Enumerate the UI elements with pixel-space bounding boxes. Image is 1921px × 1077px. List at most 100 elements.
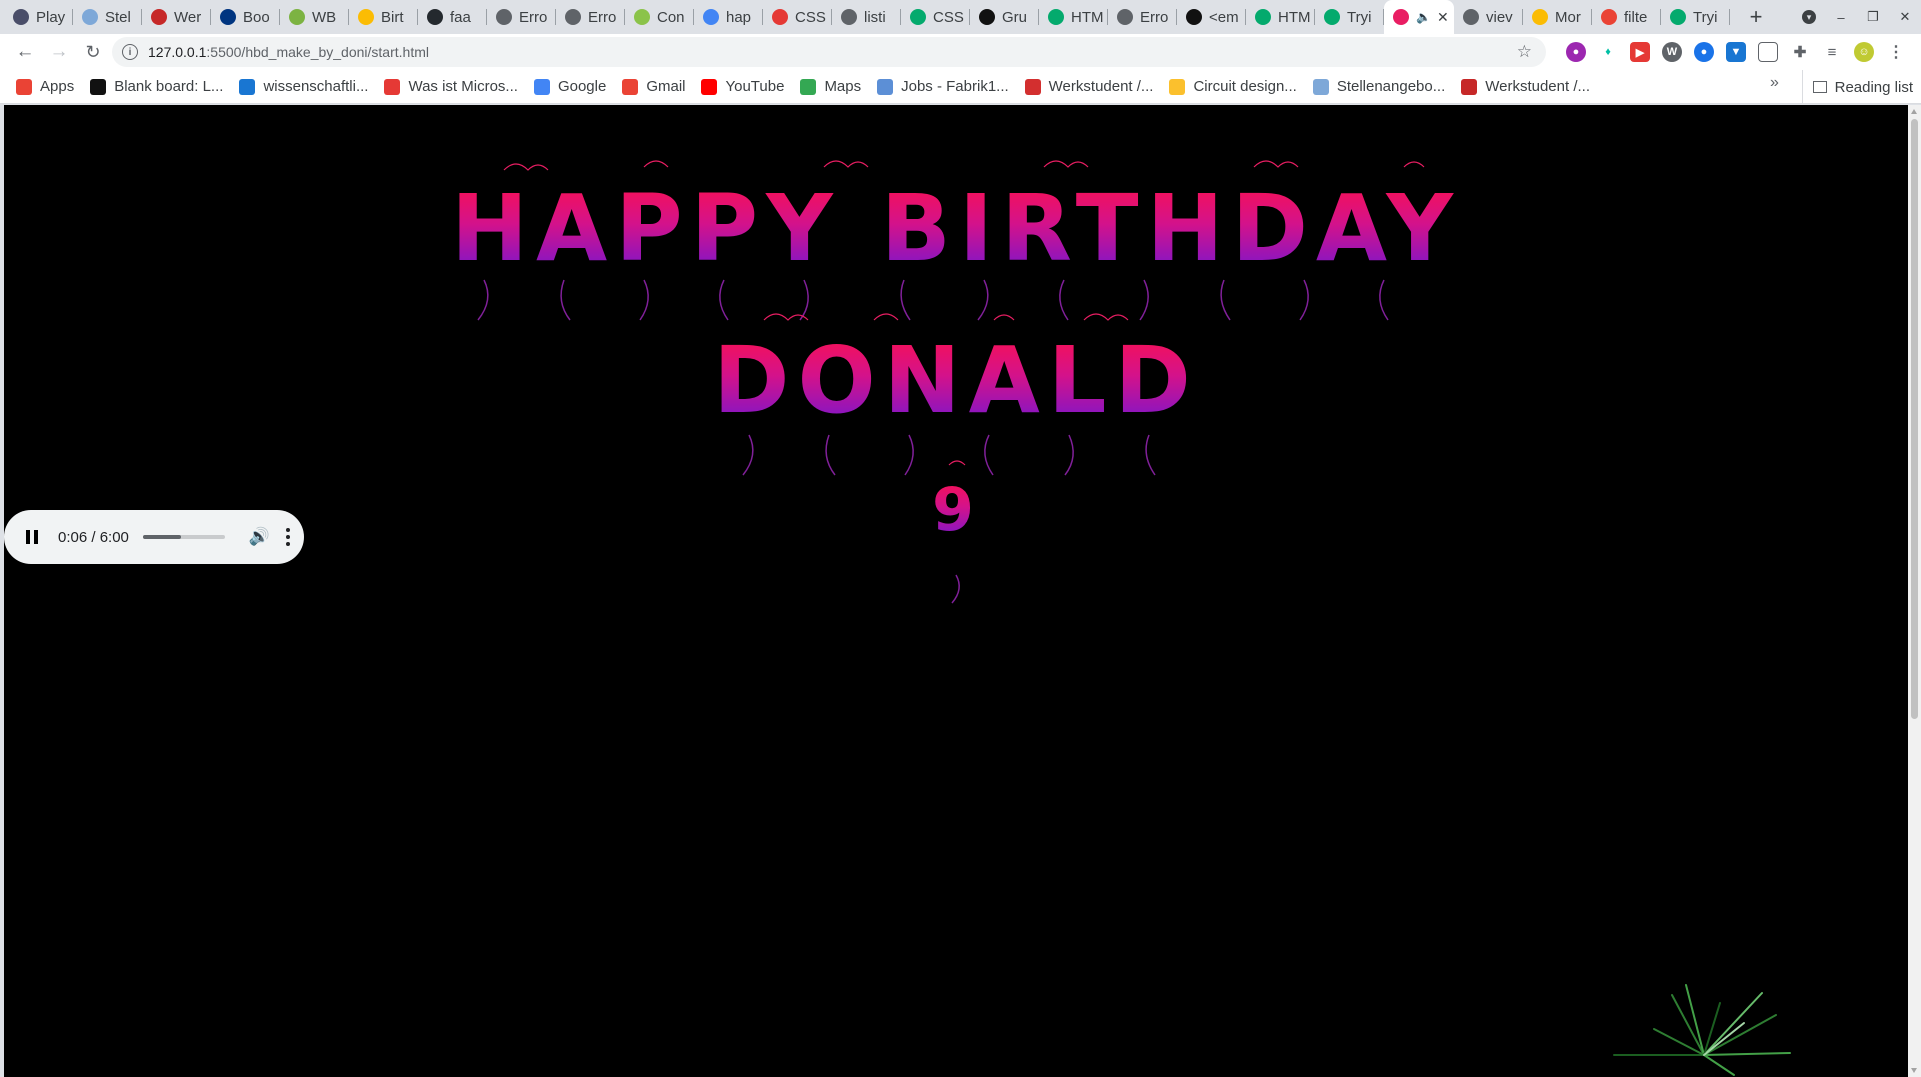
bookmark-item[interactable]: Apps	[8, 73, 82, 101]
reading-list-button[interactable]: Reading list	[1801, 70, 1913, 104]
bookmark-label: Was ist Micros...	[408, 78, 518, 95]
back-button[interactable]: ←	[8, 35, 42, 69]
scroll-up-arrow[interactable]	[1911, 109, 1917, 114]
browser-tab[interactable]: hap	[694, 0, 763, 34]
pause-button[interactable]	[26, 530, 38, 544]
browser-tab[interactable]: CSS	[763, 0, 832, 34]
tab-label: viev	[1486, 8, 1513, 26]
extensions-area: ● ♦ ▶ W ● ▼ ✚ ≡ ☺ ⋮	[1566, 34, 1918, 70]
bookmark-item[interactable]: wissenschaftli...	[231, 73, 376, 101]
reading-list-label: Reading list	[1834, 78, 1913, 96]
globe-icon	[841, 9, 857, 25]
bookmark-item[interactable]: Gmail	[614, 73, 693, 101]
close-window-button[interactable]: ✕	[1889, 0, 1921, 34]
browser-tab[interactable]: Wer	[142, 0, 211, 34]
browser-tab[interactable]: Birt	[349, 0, 418, 34]
birthday-heading-text: HAPPY BIRTHDAY	[451, 175, 1461, 282]
scroll-down-arrow[interactable]	[1911, 1068, 1917, 1073]
browser-tab[interactable]: listi	[832, 0, 901, 34]
browser-tab[interactable]: Con	[625, 0, 694, 34]
audio-seek-slider[interactable]	[142, 535, 225, 539]
audio-options-icon[interactable]	[286, 528, 291, 546]
extension-1-icon[interactable]: ●	[1566, 42, 1586, 62]
reload-button[interactable]: ↻	[76, 35, 110, 69]
browser-tab[interactable]: HTM	[1246, 0, 1315, 34]
profile-avatar[interactable]: ☺	[1854, 42, 1874, 62]
media-control-icon[interactable]: ≡	[1822, 42, 1842, 62]
drive-icon	[1532, 9, 1548, 25]
browser-tab[interactable]: Tryi	[1315, 0, 1384, 34]
arrow-right-icon: →	[49, 41, 69, 62]
tab-search-button[interactable]: ▾	[1793, 0, 1825, 34]
w3schools-icon	[1255, 9, 1271, 25]
browser-tab[interactable]: Erro	[556, 0, 625, 34]
browser-tab[interactable]: WB	[280, 0, 349, 34]
browser-tab[interactable]: <em	[1177, 0, 1246, 34]
bookmark-item[interactable]: Maps	[792, 73, 869, 101]
browser-tab[interactable]: Erro	[487, 0, 556, 34]
bookmarks-overflow-button[interactable]: »	[1770, 74, 1779, 92]
forward-button[interactable]: →	[42, 35, 76, 69]
w3schools-icon	[1324, 9, 1340, 25]
browser-tab[interactable]: Play	[4, 0, 73, 34]
bookmark-item[interactable]: Blank board: L...	[82, 73, 231, 101]
tab-audio-icon[interactable]: 🔈	[1416, 10, 1431, 24]
bookmark-item[interactable]: Werkstudent /...	[1017, 73, 1162, 101]
browser-tab[interactable]: Gru	[970, 0, 1039, 34]
browser-toolbar: ← → ↻ i 127.0.0.1:5500/hbd_make_by_doni/…	[0, 34, 1921, 70]
browser-tab[interactable]: viev	[1454, 0, 1523, 34]
tab-label: Mor	[1555, 8, 1581, 26]
audio-time: 0:06 / 6:00	[58, 528, 129, 546]
tab-label: Erro	[588, 8, 617, 26]
address-bar[interactable]: i 127.0.0.1:5500/hbd_make_by_doni/start.…	[112, 37, 1546, 67]
tab-label: Con	[657, 8, 685, 26]
extension-2-icon[interactable]: ♦	[1598, 42, 1618, 62]
scrollbar-thumb[interactable]	[1911, 119, 1918, 719]
browser-tab[interactable]: Tryi	[1661, 0, 1730, 34]
gmail-icon	[622, 78, 639, 95]
tab-label: Gru	[1002, 8, 1028, 26]
browser-tab[interactable]: faa	[418, 0, 487, 34]
globe-icon	[1117, 9, 1133, 25]
bookmark-item[interactable]: Jobs - Fabrik1...	[869, 73, 1017, 101]
extension-6-icon[interactable]: ▼	[1726, 42, 1746, 62]
puzzle-icon[interactable]: ✚	[1790, 42, 1810, 62]
bookmark-item[interactable]: YouTube	[693, 73, 792, 101]
url-text[interactable]: 127.0.0.1:5500/hbd_make_by_doni/start.ht…	[148, 44, 429, 60]
page-viewport: HAPPY BIRTHDAY DONALD 9 0:06 / 6:00 🔊	[4, 105, 1908, 1077]
bookmark-label: Jobs - Fabrik1...	[901, 78, 1009, 95]
board-icon	[90, 78, 107, 95]
star-icon[interactable]: ☆	[1517, 42, 1532, 62]
wordpress-icon[interactable]: W	[1662, 42, 1682, 62]
bookmark-item[interactable]: Werkstudent /...	[1453, 73, 1598, 101]
bookmark-label: Maps	[824, 78, 862, 95]
browser-tab[interactable]: Erro	[1108, 0, 1177, 34]
browser-tab[interactable]: Stel	[73, 0, 142, 34]
job-icon	[151, 9, 167, 25]
browser-tab[interactable]: 🔈 ✕	[1384, 0, 1454, 34]
document-icon[interactable]	[1758, 42, 1778, 62]
tab-strip: Play Stel Wer Boo WB Birt faa Erro Erro Con hap CSS…	[0, 0, 1921, 34]
page-scrollbar[interactable]	[1908, 105, 1921, 1077]
browser-tab[interactable]: HTM	[1039, 0, 1108, 34]
menu-kebab-icon[interactable]: ⋮	[1886, 42, 1906, 62]
volume-icon[interactable]: 🔊	[249, 527, 270, 547]
info-icon[interactable]: i	[122, 44, 138, 60]
bookmark-item[interactable]: Stellenangebo...	[1305, 73, 1453, 101]
minimize-button[interactable]: –	[1825, 0, 1857, 34]
browser-tab[interactable]: filte	[1592, 0, 1661, 34]
browser-tab[interactable]: Mor	[1523, 0, 1592, 34]
browser-tab[interactable]: CSS	[901, 0, 970, 34]
bookmark-list: Apps Blank board: L... wissenschaftli... Wa…	[0, 73, 1598, 101]
extension-3-icon[interactable]: ▶	[1630, 42, 1650, 62]
bookmark-item[interactable]: Google	[526, 73, 614, 101]
bookmark-item[interactable]: Circuit design...	[1161, 73, 1304, 101]
bookmark-label: Google	[557, 78, 607, 95]
extension-5-icon[interactable]: ●	[1694, 42, 1714, 62]
tab-close-icon[interactable]: ✕	[1437, 9, 1449, 26]
restore-button[interactable]: ❐	[1857, 0, 1889, 34]
new-tab-button[interactable]: +	[1736, 0, 1776, 34]
bookmark-item[interactable]: Was ist Micros...	[376, 73, 525, 101]
browser-tab[interactable]: Boo	[211, 0, 280, 34]
google-icon	[533, 78, 550, 95]
